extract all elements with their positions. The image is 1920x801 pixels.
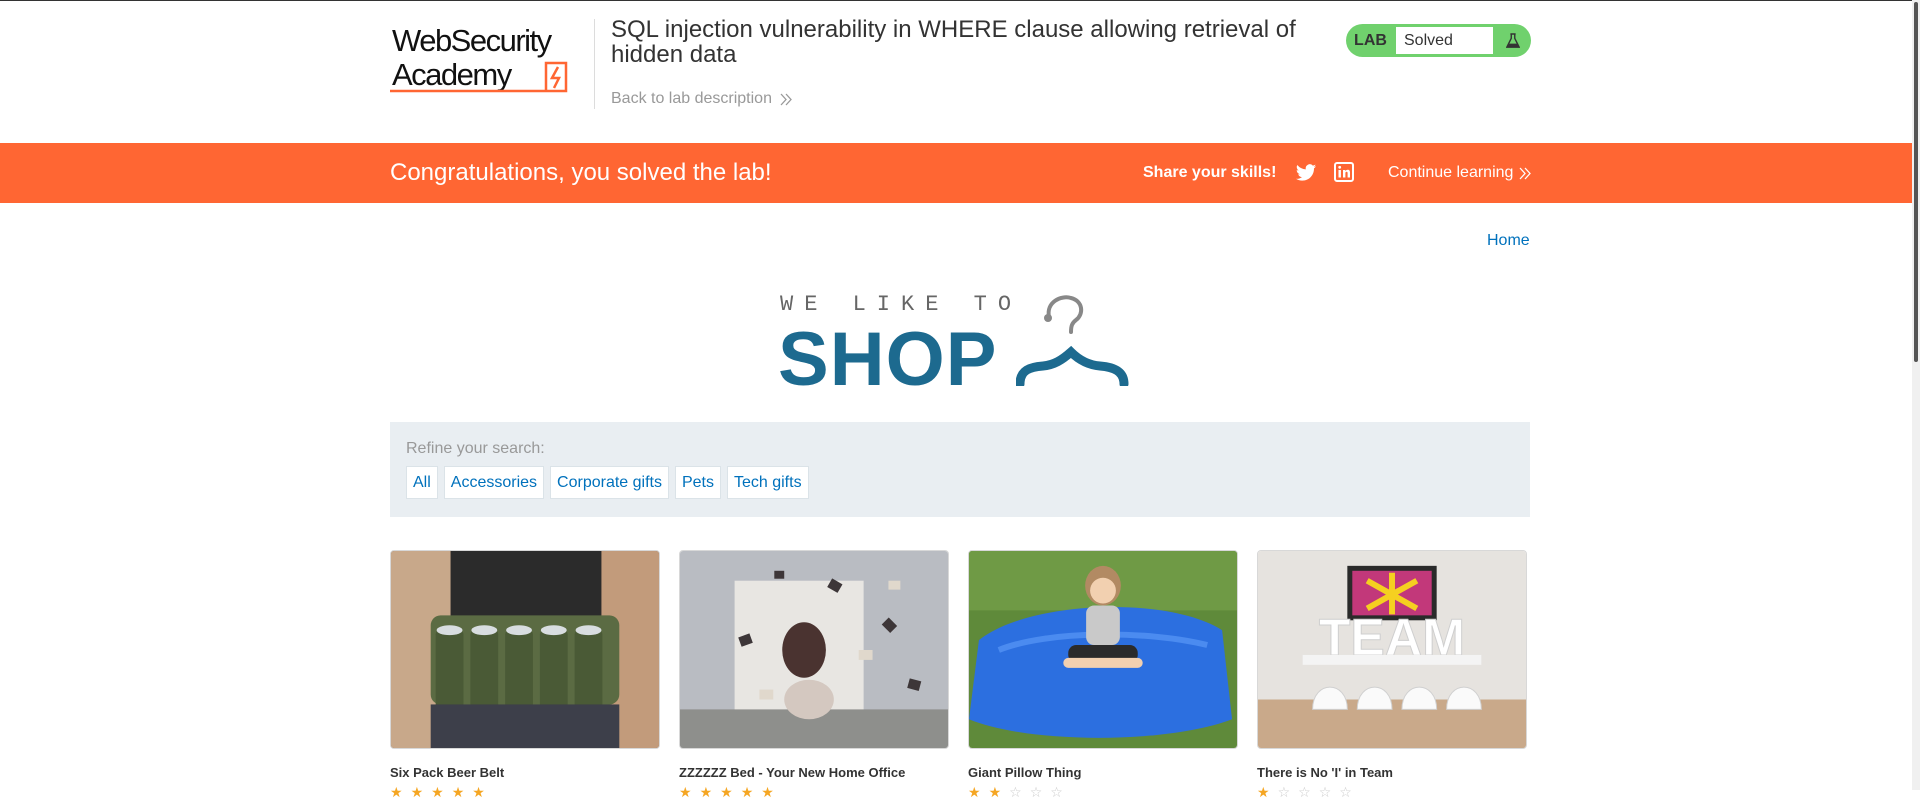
star-icon: ☆ bbox=[1029, 784, 1043, 800]
filter-list: All Accessories Corporate gifts Pets Tec… bbox=[406, 466, 809, 499]
filter-all[interactable]: All bbox=[406, 466, 438, 499]
product-rating: ★ ★ ☆ ☆ ☆ bbox=[968, 784, 1238, 801]
product-image[interactable] bbox=[679, 550, 949, 749]
product-card[interactable]: Six Pack Beer Belt ★ ★ ★ ★ ★ bbox=[390, 550, 660, 801]
web-security-academy-logo[interactable]: WebSecurity Academy bbox=[390, 21, 590, 97]
shop-tagline: WE LIKE TO bbox=[780, 292, 1023, 317]
star-icon: ★ bbox=[451, 784, 465, 800]
star-icon: ★ bbox=[761, 784, 774, 800]
double-chevron-right-icon bbox=[1519, 167, 1532, 179]
hanger-icon bbox=[1016, 295, 1129, 386]
star-icon: ★ bbox=[740, 784, 754, 800]
star-icon: ★ bbox=[968, 784, 981, 800]
star-icon: ★ bbox=[472, 784, 485, 800]
continue-learning-label: Continue learning bbox=[1388, 164, 1514, 181]
star-icon: ★ bbox=[390, 784, 403, 800]
star-icon: ★ bbox=[720, 784, 733, 800]
star-icon: ★ bbox=[699, 784, 713, 800]
lab-status-widget: LAB Solved bbox=[1346, 24, 1531, 57]
product-image[interactable] bbox=[968, 550, 1238, 749]
product-name[interactable]: Six Pack Beer Belt bbox=[390, 765, 660, 780]
product-rating: ★ ☆ ☆ ☆ ☆ bbox=[1257, 784, 1527, 801]
shop-brand: SHOP bbox=[778, 317, 998, 402]
filter-pets[interactable]: Pets bbox=[674, 466, 721, 499]
filter-panel: Refine your search: All Accessories Corp… bbox=[390, 422, 1530, 517]
star-icon: ★ bbox=[431, 784, 444, 800]
product-image[interactable]: TEAM bbox=[1257, 550, 1527, 749]
logo-line1: WebSecurity bbox=[392, 23, 553, 58]
filter-accessories[interactable]: Accessories bbox=[443, 466, 545, 499]
product-card[interactable]: Giant Pillow Thing ★ ★ ☆ ☆ ☆ bbox=[968, 550, 1238, 801]
filter-corporate-gifts[interactable]: Corporate gifts bbox=[550, 466, 669, 499]
scrollbar-thumb[interactable] bbox=[1914, 2, 1918, 362]
star-icon: ☆ bbox=[1277, 784, 1291, 800]
product-name[interactable]: Giant Pillow Thing bbox=[968, 765, 1238, 780]
banner-message: Congratulations, you solved the lab! bbox=[390, 159, 772, 186]
refine-search-label: Refine your search: bbox=[406, 440, 545, 457]
product-name[interactable]: ZZZZZZ Bed - Your New Home Office bbox=[679, 765, 949, 780]
product-card[interactable]: ZZZZZZ Bed - Your New Home Office ★ ★ ★ ★ ★ bbox=[679, 550, 949, 801]
star-icon: ☆ bbox=[1318, 784, 1332, 800]
lab-header: WebSecurity Academy SQL injection vulner… bbox=[0, 0, 1920, 143]
twitter-icon[interactable] bbox=[1295, 162, 1317, 184]
star-icon: ☆ bbox=[1050, 784, 1063, 800]
product-rating: ★ ★ ★ ★ ★ bbox=[390, 784, 660, 801]
star-icon: ★ bbox=[1257, 784, 1270, 800]
star-icon: ★ bbox=[988, 784, 1002, 800]
page-scrollbar[interactable] bbox=[1912, 0, 1920, 790]
back-link-label: Back to lab description bbox=[611, 90, 772, 107]
product-rating: ★ ★ ★ ★ ★ bbox=[679, 784, 949, 801]
logo-line2: Academy bbox=[392, 57, 513, 92]
shop-logo: WE LIKE TO SHOP bbox=[778, 290, 1140, 402]
star-icon: ☆ bbox=[1298, 784, 1311, 800]
filter-tech-gifts[interactable]: Tech gifts bbox=[726, 466, 809, 499]
lab-status-value: Solved bbox=[1395, 26, 1494, 55]
product-image[interactable] bbox=[390, 550, 660, 749]
star-icon: ☆ bbox=[1339, 784, 1352, 800]
back-to-lab-description-link[interactable]: Back to lab description bbox=[611, 90, 793, 108]
header-divider bbox=[594, 19, 595, 109]
lab-status-tag: LAB bbox=[1354, 31, 1387, 49]
star-icon: ★ bbox=[679, 784, 692, 800]
double-chevron-right-icon bbox=[780, 93, 792, 105]
flask-icon bbox=[1494, 24, 1531, 57]
linkedin-icon[interactable] bbox=[1334, 162, 1354, 182]
home-link[interactable]: Home bbox=[1487, 232, 1530, 250]
product-card[interactable]: TEAM There is No 'I' in Team ★ ☆ ☆ ☆ ☆ bbox=[1257, 550, 1527, 801]
star-icon: ★ bbox=[410, 784, 424, 800]
solved-notification-banner: Congratulations, you solved the lab! Sha… bbox=[0, 143, 1920, 203]
lab-title: SQL injection vulnerability in WHERE cla… bbox=[611, 16, 1296, 68]
share-skills-label: Share your skills! bbox=[1143, 164, 1277, 181]
star-icon: ☆ bbox=[1009, 784, 1022, 800]
continue-learning-link[interactable]: Continue learning bbox=[1388, 143, 1532, 203]
product-name[interactable]: There is No 'I' in Team bbox=[1257, 765, 1527, 780]
